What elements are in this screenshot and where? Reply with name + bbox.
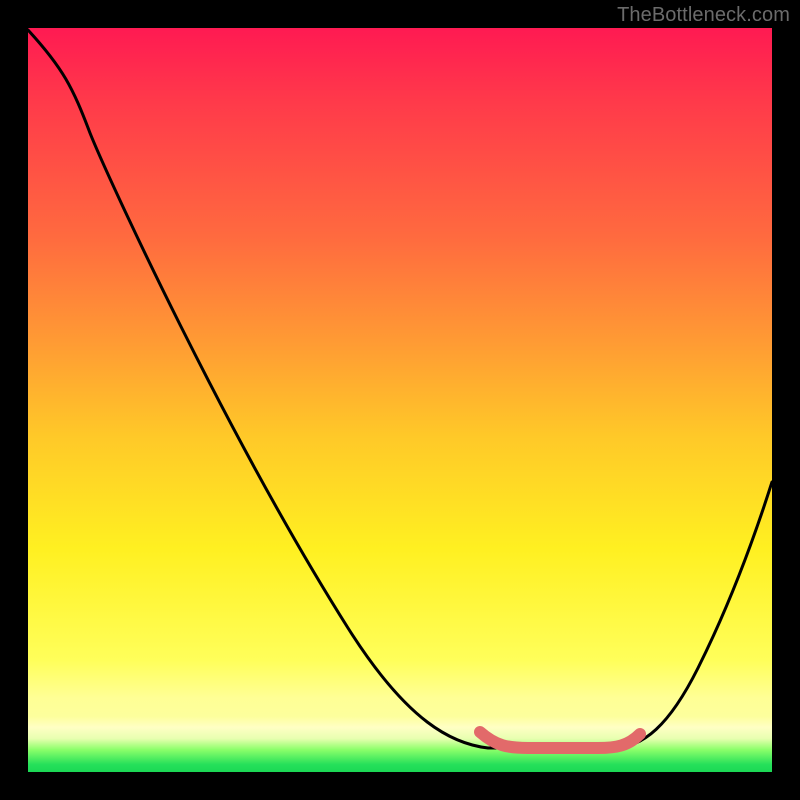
red-bottom-segment	[480, 732, 640, 748]
chart-frame: TheBottleneck.com	[0, 0, 800, 800]
chart-curves	[28, 28, 772, 772]
watermark-text: TheBottleneck.com	[617, 4, 790, 27]
plot-area	[28, 28, 772, 772]
black-curve	[28, 30, 772, 748]
